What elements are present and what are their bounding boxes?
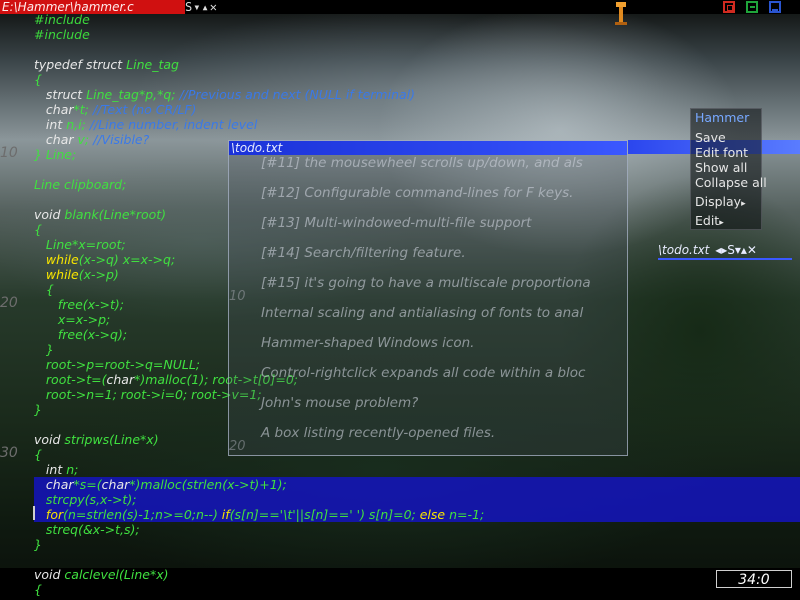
menu-title: Hammer bbox=[695, 110, 750, 125]
code-line[interactable]: { bbox=[0, 582, 800, 597]
code-line-text: } Line; bbox=[34, 147, 77, 162]
code-line[interactable]: char*t; //Text (no CR/LF) bbox=[0, 102, 800, 117]
code-line[interactable]: int n; bbox=[0, 462, 800, 477]
code-line-text: #include bbox=[34, 12, 90, 27]
todo-line: Control-rightclick expands all code with… bbox=[261, 365, 586, 381]
todo-line: [#15] it's going to have a multiscale pr… bbox=[261, 275, 591, 291]
code-line[interactable]: #include bbox=[0, 12, 800, 27]
code-line[interactable]: struct Line_tag*p,*q; //Previous and nex… bbox=[0, 87, 800, 102]
code-line-text: char*s=(char*)malloc(strlen(x->t)+1); bbox=[45, 477, 287, 492]
code-line-text: strcpy(s,x->t); bbox=[34, 492, 137, 507]
menu-item-display[interactable]: Display▸ bbox=[695, 195, 746, 211]
todo-line: Hammer-shaped Windows icon. bbox=[261, 335, 475, 351]
code-line[interactable]: { bbox=[0, 72, 800, 87]
code-line-text: { bbox=[34, 582, 42, 597]
code-line-text: Line*x=root; bbox=[34, 237, 126, 252]
code-line-text: { bbox=[34, 447, 42, 462]
code-line[interactable]: strcpy(s,x->t); bbox=[0, 492, 800, 507]
code-line-text: void blank(Line*root) bbox=[34, 207, 167, 222]
code-line[interactable] bbox=[0, 552, 800, 567]
todo-tab[interactable]: \todo.txt ◂▸S▾▴✕ bbox=[658, 243, 757, 257]
code-line-text: streq(&x->t,s); bbox=[34, 522, 140, 537]
todo-titlebar[interactable]: \todo.txt bbox=[229, 141, 627, 155]
code-line[interactable]: void calclevel(Line*x) bbox=[0, 567, 800, 582]
todo-gutter-number: 20 bbox=[229, 439, 246, 454]
code-line[interactable] bbox=[0, 42, 800, 57]
code-line-text: for(n=strlen(s)-1;n>=0;n--) if(s[n]=='\t… bbox=[45, 507, 485, 522]
code-line[interactable]: for(n=strlen(s)-1;n>=0;n--) if(s[n]=='\t… bbox=[0, 507, 800, 522]
code-line[interactable]: streq(&x->t,s); bbox=[0, 522, 800, 537]
menu-item-label: Edit bbox=[695, 213, 720, 228]
todo-line: Internal scaling and antialiasing of fon… bbox=[261, 305, 584, 321]
code-line-text: while(x->p) bbox=[45, 267, 119, 282]
code-line[interactable]: char*s=(char*)malloc(strlen(x->t)+1); bbox=[0, 477, 800, 492]
code-line-text: free(x->q); bbox=[34, 327, 128, 342]
code-line[interactable]: typedef struct Line_tag bbox=[0, 57, 800, 72]
todo-line: [#11] the mousewheel scrolls up/down, an… bbox=[261, 155, 583, 171]
todo-line: A box listing recently-opened files. bbox=[261, 425, 496, 441]
code-line-text: void calclevel(Line*x) bbox=[34, 567, 169, 582]
menu-item-save[interactable]: Save bbox=[695, 131, 726, 145]
todo-window[interactable]: \todo.txt [#11] the mousewheel scrolls u… bbox=[228, 140, 628, 456]
code-line-text: root->p=root->q=NULL; bbox=[34, 357, 201, 372]
menu-item-label: Save bbox=[695, 130, 726, 145]
code-line-text: } bbox=[34, 342, 54, 357]
todo-gutter-number: 10 bbox=[229, 289, 246, 304]
code-line-text: Line clipboard; bbox=[34, 177, 127, 192]
code-line-text: typedef struct Line_tag bbox=[34, 57, 179, 72]
menu-item-label: Show all bbox=[695, 160, 748, 175]
menu-item-label: Collapse all bbox=[695, 175, 767, 190]
menu-item-label: Display bbox=[695, 194, 742, 209]
todo-tab-title: \todo.txt bbox=[658, 243, 710, 257]
submenu-arrow-icon: ▸ bbox=[719, 218, 724, 228]
todo-title: \todo.txt bbox=[231, 141, 283, 155]
code-line-text: char v; //Visible? bbox=[45, 132, 150, 147]
code-line-text: char*t; //Text (no CR/LF) bbox=[45, 102, 197, 117]
todo-line: John's mouse problem? bbox=[261, 395, 419, 411]
menu-item-collapse-all[interactable]: Collapse all bbox=[695, 176, 767, 190]
code-line-text: { bbox=[34, 282, 54, 297]
todo-tab-controls[interactable]: ◂▸S▾▴✕ bbox=[715, 243, 757, 257]
submenu-arrow-icon: ▸ bbox=[741, 199, 746, 209]
menu-item-edit[interactable]: Edit▸ bbox=[695, 214, 724, 230]
menu-item-label: Edit font bbox=[695, 145, 749, 160]
code-line-text: { bbox=[34, 222, 42, 237]
code-line-text: struct Line_tag*p,*q; //Previous and nex… bbox=[45, 87, 415, 102]
code-line[interactable]: #include bbox=[0, 27, 800, 42]
code-line-text: } bbox=[34, 537, 42, 552]
todo-line: [#12] Configurable command-lines for F k… bbox=[261, 185, 574, 201]
todo-line: [#13] Multi-windowed-multi-file support bbox=[261, 215, 532, 231]
code-line-text: free(x->t); bbox=[34, 297, 125, 312]
code-line-text: x=x->p; bbox=[34, 312, 111, 327]
context-menu[interactable]: Hammer Save Edit font Show all Collapse … bbox=[690, 108, 767, 230]
code-line-text: #include bbox=[34, 27, 90, 42]
todo-line: [#14] Search/filtering feature. bbox=[261, 245, 466, 261]
code-line-text: int n; bbox=[45, 462, 79, 477]
todo-tab-underline bbox=[658, 258, 792, 260]
menu-item-edit-font[interactable]: Edit font bbox=[695, 146, 748, 160]
selection-highlight bbox=[34, 492, 800, 507]
code-line-text: } bbox=[34, 402, 42, 417]
code-line[interactable]: } bbox=[0, 537, 800, 552]
menu-item-show-all[interactable]: Show all bbox=[695, 161, 747, 175]
code-line-text: { bbox=[34, 72, 42, 87]
code-line-text: void stripws(Line*x) bbox=[34, 432, 159, 447]
code-line-text: int n,i; //Line number, indent level bbox=[45, 117, 258, 132]
cursor-position: 34:0 bbox=[716, 570, 792, 588]
code-line-text: while(x->q) x=x->q; bbox=[45, 252, 176, 267]
code-line[interactable]: int n,i; //Line number, indent level bbox=[0, 117, 800, 132]
text-caret bbox=[33, 506, 35, 520]
